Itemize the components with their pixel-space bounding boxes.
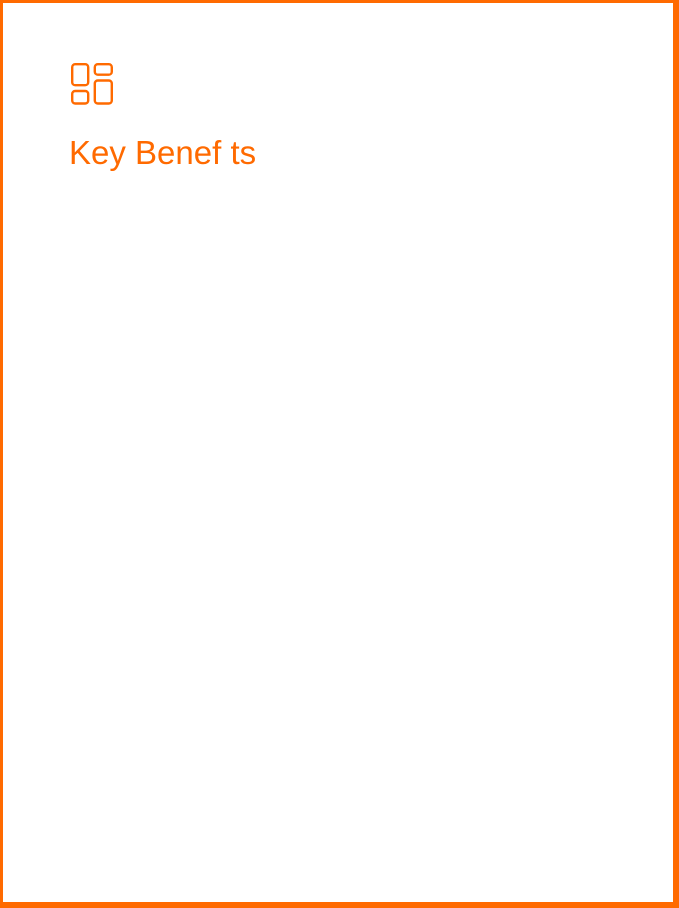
key-benefits-card: Key Benef ts	[0, 0, 679, 908]
card-title: Key Benef ts	[69, 134, 257, 171]
dashboard-layout-icon	[69, 61, 115, 107]
